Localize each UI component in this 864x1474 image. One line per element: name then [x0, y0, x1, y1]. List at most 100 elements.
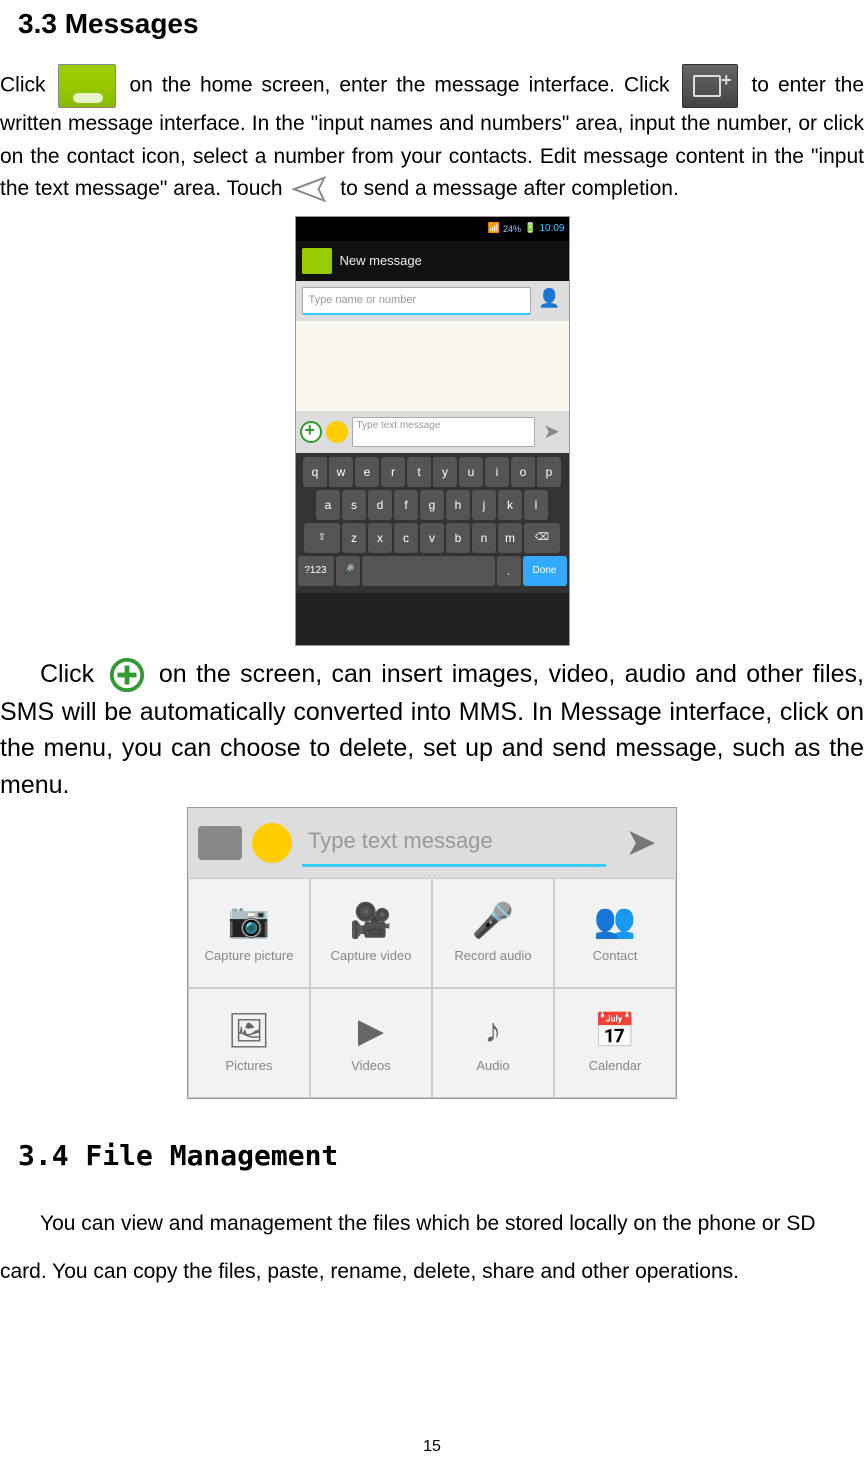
signal-icon: 📶 [488, 223, 500, 234]
attachment-grid: 📷 Capture picture 🎥 Capture video 🎤 Reco… [188, 878, 676, 1098]
section-heading-messages: 3.3 Messages [0, 8, 864, 64]
key-done[interactable]: Done [523, 556, 567, 586]
key-r[interactable]: r [381, 457, 405, 487]
key-i[interactable]: i [485, 457, 509, 487]
key-d[interactable]: d [368, 490, 392, 520]
key-u[interactable]: u [459, 457, 483, 487]
p1-text-a: Click [0, 74, 54, 97]
text-message-input[interactable]: Type text message [352, 417, 535, 447]
message-body-area [296, 321, 569, 411]
recipient-row: Type name or number 👤 [296, 281, 569, 321]
cell-label: Audio [476, 1058, 509, 1073]
add-contact-icon[interactable]: 👤 [537, 288, 563, 314]
paragraph-2: Click on the screen, can insert images, … [0, 656, 864, 803]
attach-audio[interactable]: ♪ Audio [432, 988, 554, 1098]
key-m[interactable]: m [498, 523, 522, 553]
key-o[interactable]: o [511, 457, 535, 487]
key-symbols[interactable]: ?123 [298, 556, 334, 586]
key-shift[interactable]: ⇧ [304, 523, 340, 553]
attach-videos[interactable]: ▶ Videos [310, 988, 432, 1098]
key-q[interactable]: q [303, 457, 327, 487]
text-message-input[interactable]: Type text message [302, 819, 606, 867]
p3-text: You can view and management the files wh… [0, 1212, 816, 1283]
cell-label: Calendar [589, 1058, 642, 1073]
videos-icon: ▶ [349, 1012, 393, 1050]
key-w[interactable]: w [329, 457, 353, 487]
key-c[interactable]: c [394, 523, 418, 553]
camera-icon: 📷 [227, 902, 271, 940]
attach-capture-picture[interactable]: 📷 Capture picture [188, 878, 310, 988]
send-button-icon[interactable]: ➤ [616, 820, 666, 865]
contact-icon: 👥 [593, 902, 637, 940]
key-space[interactable] [362, 556, 495, 586]
add-attachment-icon[interactable] [300, 421, 322, 443]
pictures-icon: 🖼 [227, 1012, 271, 1050]
emoji-icon[interactable] [252, 823, 292, 863]
emoji-icon[interactable] [326, 421, 348, 443]
key-period[interactable]: . [497, 556, 521, 586]
key-h[interactable]: h [446, 490, 470, 520]
screenshot-attachment-menu: Type text message ➤ 📷 Capture picture 🎥 … [187, 807, 677, 1099]
send-button-icon[interactable]: ➤ [539, 419, 565, 444]
key-t[interactable]: t [407, 457, 431, 487]
key-n[interactable]: n [472, 523, 496, 553]
calendar-icon: 📅 [593, 1012, 637, 1050]
attach-pictures[interactable]: 🖼 Pictures [188, 988, 310, 1098]
key-y[interactable]: y [433, 457, 457, 487]
screenshot-new-message: 📶 24% 🔋 10:09 New message Type name or n… [295, 216, 570, 646]
cell-label: Pictures [226, 1058, 273, 1073]
keyboard-row-2: a s d f g h j k l [298, 490, 567, 520]
add-attachment-plus-icon [108, 656, 146, 694]
p1-text-b: on the home screen, enter the message in… [129, 74, 678, 97]
key-j[interactable]: j [472, 490, 496, 520]
key-backspace[interactable]: ⌫ [524, 523, 560, 553]
compose-message-icon [682, 64, 738, 108]
new-message-label: New message [340, 253, 422, 268]
section-heading-file-management: 3.4 File Management [0, 1119, 864, 1200]
keyboard-toggle-icon[interactable] [198, 826, 242, 860]
new-message-header: New message [296, 241, 569, 281]
microphone-icon: 🎤 [471, 902, 515, 940]
battery-icon: 🔋 [524, 223, 536, 234]
page-number: 15 [0, 1438, 864, 1456]
cell-label: Record audio [454, 948, 531, 963]
video-camera-icon: 🎥 [349, 902, 393, 940]
keyboard-row-1: q w e r t y u i o p [298, 457, 567, 487]
key-p[interactable]: p [537, 457, 561, 487]
key-z[interactable]: z [342, 523, 366, 553]
key-b[interactable]: b [446, 523, 470, 553]
key-f[interactable]: f [394, 490, 418, 520]
key-l[interactable]: l [524, 490, 548, 520]
status-bar: 📶 24% 🔋 10:09 [296, 217, 569, 241]
attach-record-audio[interactable]: 🎤 Record audio [432, 878, 554, 988]
key-s[interactable]: s [342, 490, 366, 520]
p1-text-d: to send a message after completion. [340, 177, 679, 200]
battery-percent: 24% [503, 224, 521, 234]
recipient-input[interactable]: Type name or number [302, 287, 531, 315]
key-k[interactable]: k [498, 490, 522, 520]
audio-icon: ♪ [471, 1012, 515, 1050]
keyboard-row-3: ⇧ z x c v b n m ⌫ [298, 523, 567, 553]
status-time: 10:09 [539, 223, 564, 234]
key-g[interactable]: g [420, 490, 444, 520]
key-e[interactable]: e [355, 457, 379, 487]
key-v[interactable]: v [420, 523, 444, 553]
cell-label: Contact [593, 948, 638, 963]
paragraph-3: You can view and management the files wh… [0, 1200, 864, 1297]
keyboard: q w e r t y u i o p a s d f g h j k l [296, 453, 569, 593]
messaging-icon [302, 248, 332, 274]
paragraph-1: Click on the home screen, enter the mess… [0, 64, 864, 206]
cell-label: Capture picture [205, 948, 294, 963]
cell-label: Capture video [331, 948, 412, 963]
p2-text-a: Click [0, 660, 104, 688]
key-a[interactable]: a [316, 490, 340, 520]
attach-contact[interactable]: 👥 Contact [554, 878, 676, 988]
key-mic[interactable]: 🎤 [336, 556, 360, 586]
keyboard-row-4: ?123 🎤 . Done [298, 556, 567, 586]
attach-calendar[interactable]: 📅 Calendar [554, 988, 676, 1098]
send-icon [292, 174, 330, 206]
key-x[interactable]: x [368, 523, 392, 553]
cell-label: Videos [351, 1058, 391, 1073]
attach-capture-video[interactable]: 🎥 Capture video [310, 878, 432, 988]
messaging-app-icon [58, 64, 116, 108]
